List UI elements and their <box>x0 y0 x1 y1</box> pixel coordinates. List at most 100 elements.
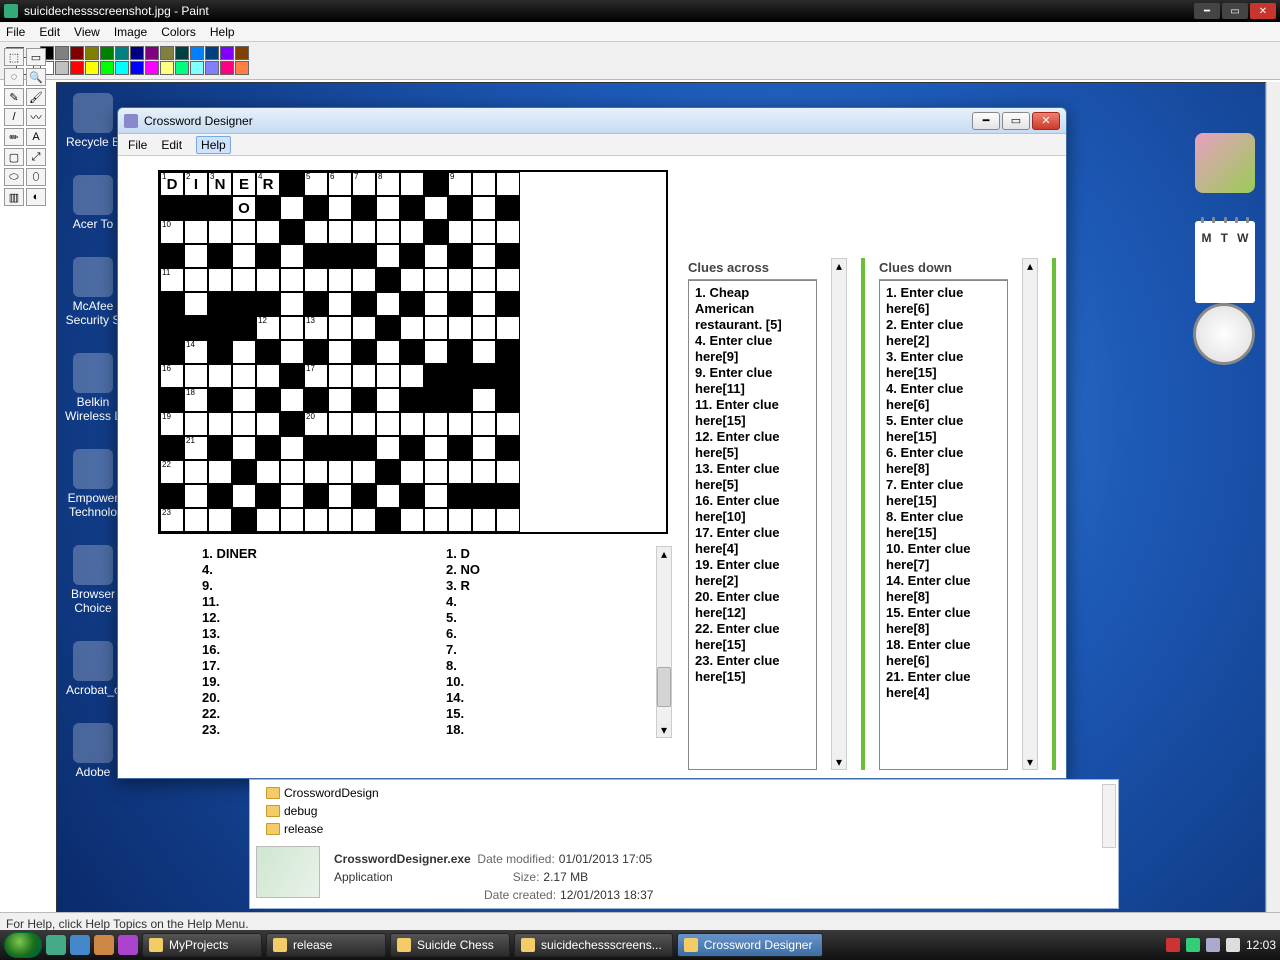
grid-cell[interactable]: 4R <box>256 172 280 196</box>
grid-cell[interactable] <box>280 196 304 220</box>
grid-cell[interactable]: 18 <box>184 388 208 412</box>
grid-cell[interactable] <box>400 268 424 292</box>
grid-cell[interactable]: 16 <box>160 364 184 388</box>
grid-cell[interactable] <box>256 460 280 484</box>
grid-cell[interactable] <box>472 460 496 484</box>
grid-cell[interactable] <box>424 436 448 460</box>
color-swatch[interactable] <box>55 46 69 60</box>
clock-gadget[interactable] <box>1193 303 1255 365</box>
grid-cell[interactable]: 3N <box>208 172 232 196</box>
taskbar-button[interactable]: Crossword Designer <box>677 933 824 957</box>
grid-cell[interactable] <box>232 340 256 364</box>
menu-colors[interactable]: Colors <box>161 25 196 39</box>
grid-cell[interactable]: 12 <box>256 316 280 340</box>
maximize-button[interactable]: ▭ <box>1222 3 1248 19</box>
grid-cell[interactable] <box>352 268 376 292</box>
menu-help[interactable]: Help <box>210 25 235 39</box>
color-swatch[interactable] <box>190 61 204 75</box>
grid-cell[interactable] <box>304 268 328 292</box>
cd-maximize-button[interactable]: ▭ <box>1002 112 1030 130</box>
paint-tool[interactable]: ▢ <box>4 148 24 166</box>
grid-cell[interactable]: 2I <box>184 172 208 196</box>
grid-cell[interactable] <box>208 220 232 244</box>
grid-cell[interactable] <box>400 460 424 484</box>
grid-cell[interactable] <box>328 316 352 340</box>
color-swatch[interactable] <box>70 61 84 75</box>
menu-edit[interactable]: Edit <box>39 25 60 39</box>
clue-across[interactable]: 17. Enter clue here[4] <box>695 525 810 557</box>
grid-cell[interactable] <box>328 340 352 364</box>
desktop-icon[interactable]: Recycle B <box>65 93 121 149</box>
grid-cell[interactable] <box>280 460 304 484</box>
color-swatch[interactable] <box>190 46 204 60</box>
clues-down-box[interactable]: 1. Enter clue here[6]2. Enter clue here[… <box>879 280 1008 770</box>
grid-cell[interactable] <box>424 316 448 340</box>
grid-cell[interactable] <box>208 268 232 292</box>
grid-cell[interactable] <box>472 172 496 196</box>
grid-cell[interactable] <box>472 268 496 292</box>
clue-down[interactable]: 3. Enter clue here[15] <box>886 349 1001 381</box>
quick-launch-icon[interactable] <box>46 935 66 955</box>
grid-cell[interactable]: 9 <box>448 172 472 196</box>
grid-cell[interactable] <box>328 196 352 220</box>
clue-across[interactable]: 13. Enter clue here[5] <box>695 461 810 493</box>
grid-cell[interactable] <box>328 460 352 484</box>
clue-down[interactable]: 10. Enter clue here[7] <box>886 541 1001 573</box>
grid-cell[interactable] <box>232 364 256 388</box>
grid-cell[interactable] <box>208 412 232 436</box>
grid-cell[interactable] <box>376 436 400 460</box>
grid-cell[interactable] <box>424 412 448 436</box>
grid-cell[interactable] <box>424 484 448 508</box>
grid-cell[interactable]: 17 <box>304 364 328 388</box>
color-swatch[interactable] <box>145 46 159 60</box>
grid-cell[interactable]: 20 <box>304 412 328 436</box>
grid-cell[interactable] <box>304 220 328 244</box>
grid-cell[interactable] <box>496 268 520 292</box>
cd-menu-file[interactable]: File <box>128 138 147 152</box>
grid-cell[interactable] <box>472 388 496 412</box>
quick-launch-icon[interactable] <box>118 935 138 955</box>
grid-cell[interactable] <box>472 292 496 316</box>
grid-cell[interactable] <box>280 268 304 292</box>
taskbar-button[interactable]: MyProjects <box>142 933 262 957</box>
grid-cell[interactable] <box>424 460 448 484</box>
clue-across[interactable]: 22. Enter clue here[15] <box>695 621 810 653</box>
grid-cell[interactable] <box>184 244 208 268</box>
scroll-down-icon[interactable]: ▾ <box>1023 755 1037 769</box>
clues-across-box[interactable]: 1. Cheap American restaurant. [5]4. Ente… <box>688 280 817 770</box>
grid-cell[interactable] <box>400 172 424 196</box>
paint-vertical-scrollbar[interactable] <box>1266 82 1280 922</box>
color-swatch[interactable] <box>205 46 219 60</box>
system-tray[interactable]: 12:03 <box>1166 938 1276 952</box>
grid-cell[interactable] <box>376 292 400 316</box>
menu-image[interactable]: Image <box>114 25 147 39</box>
grid-cell[interactable] <box>232 244 256 268</box>
grid-cell[interactable] <box>376 412 400 436</box>
desktop-icon[interactable]: Adobe <box>65 723 121 779</box>
color-swatch[interactable] <box>100 61 114 75</box>
grid-cell[interactable] <box>280 388 304 412</box>
grid-cell[interactable] <box>400 508 424 532</box>
grid-cell[interactable] <box>328 292 352 316</box>
grid-cell[interactable] <box>448 460 472 484</box>
answers-scrollbar[interactable]: ▴ ▾ <box>656 546 672 738</box>
grid-cell[interactable]: 10 <box>160 220 184 244</box>
scroll-down-icon[interactable]: ▾ <box>832 755 846 769</box>
folder-item[interactable]: CrosswordDesign <box>266 784 406 802</box>
grid-cell[interactable] <box>352 460 376 484</box>
grid-cell[interactable] <box>352 508 376 532</box>
paint-tool[interactable]: 🔍 <box>26 68 46 86</box>
calendar-gadget[interactable]: MTW <box>1195 221 1255 303</box>
paint-tool[interactable]: ▥ <box>4 188 24 206</box>
grid-cell[interactable] <box>448 508 472 532</box>
clue-down[interactable]: 2. Enter clue here[2] <box>886 317 1001 349</box>
grid-cell[interactable] <box>472 508 496 532</box>
grid-cell[interactable] <box>376 196 400 220</box>
clue-down[interactable]: 5. Enter clue here[15] <box>886 413 1001 445</box>
folder-item[interactable]: debug <box>266 802 406 820</box>
grid-cell[interactable] <box>280 436 304 460</box>
clues-down-scrollbar[interactable]: ▴ ▾ <box>1022 258 1038 770</box>
grid-cell[interactable] <box>472 316 496 340</box>
grid-cell[interactable]: 21 <box>184 436 208 460</box>
cd-menu-help[interactable]: Help <box>196 136 231 154</box>
